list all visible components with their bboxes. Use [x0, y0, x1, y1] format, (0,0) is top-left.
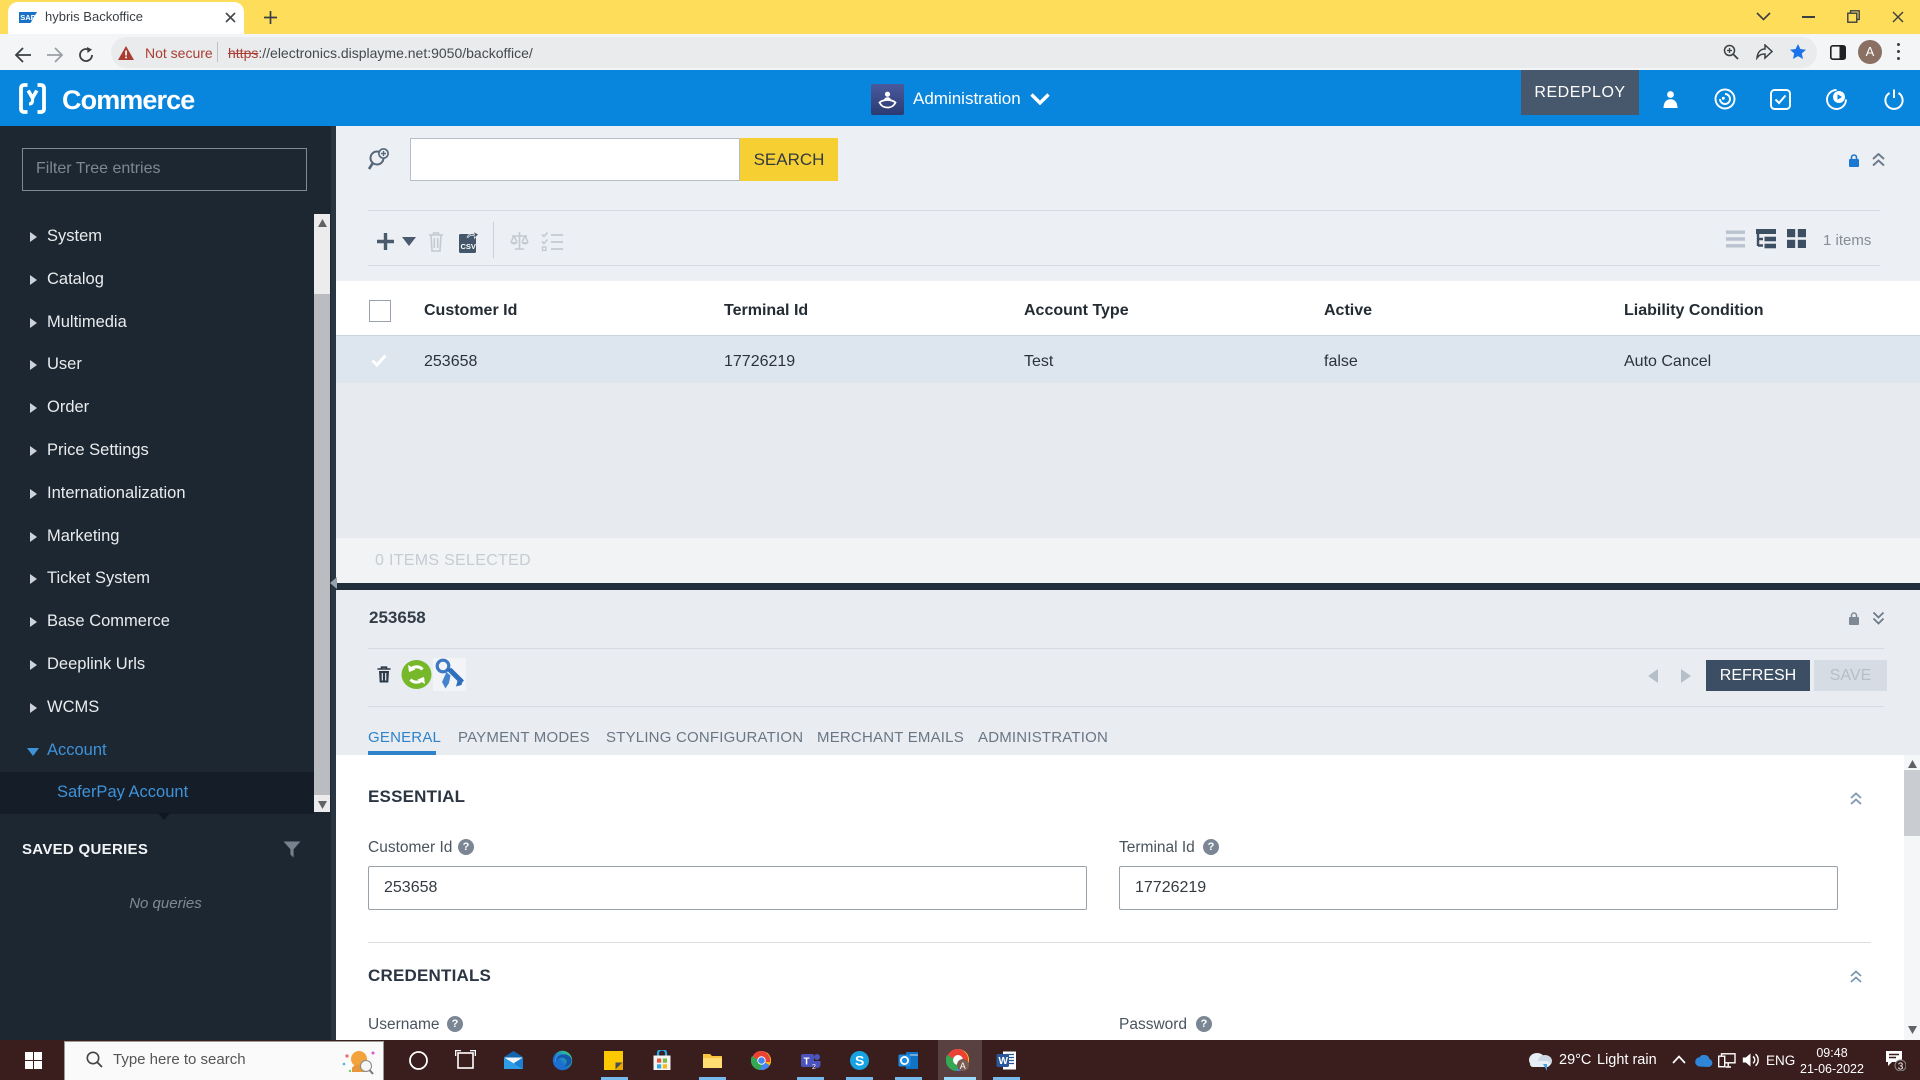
svg-text:A: A — [960, 1061, 966, 1071]
svg-text:W: W — [999, 1056, 1009, 1067]
svg-text:2: 2 — [812, 1064, 816, 1071]
svg-text:SAP: SAP — [20, 13, 35, 22]
svg-text:T: T — [804, 1057, 810, 1068]
svg-text:S: S — [855, 1053, 864, 1069]
svg-text:3: 3 — [1898, 1061, 1904, 1071]
svg-text:CSV: CSV — [461, 242, 476, 251]
